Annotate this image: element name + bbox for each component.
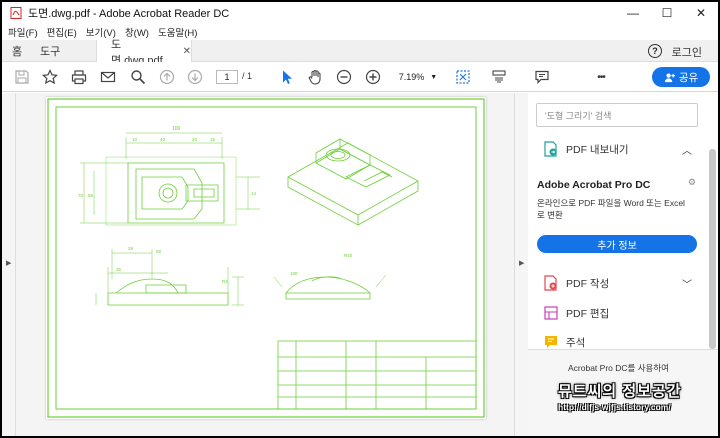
- iso-side-view: [273, 274, 387, 300]
- pdf-page: 100 10 40 20 15 70 56 14 28 58 25 R4 100…: [46, 97, 486, 419]
- expand-left-icon: ▶: [6, 260, 12, 267]
- dim-left: 70: [78, 193, 84, 198]
- select-cursor-icon[interactable]: [278, 68, 296, 86]
- iso-dim-b: R40: [344, 253, 353, 258]
- watermark-url: http://dlfjs-wjfjs.tistory.com/: [558, 402, 671, 412]
- zoom-in-icon[interactable]: [364, 68, 382, 86]
- acrobat-app-icon: [10, 7, 22, 19]
- outer-border: [47, 98, 485, 418]
- dim-d: 15: [210, 137, 216, 142]
- edit-pdf-item[interactable]: PDF 편집: [544, 305, 609, 321]
- document-view[interactable]: 100 10 40 20 15 70 56 14 28 58 25 R4 100…: [16, 93, 514, 436]
- dim-top: 100: [172, 126, 181, 132]
- fit-page-icon[interactable]: [454, 68, 472, 86]
- share-label: 공유: [678, 71, 699, 84]
- window-controls: — ☐ ✕: [616, 2, 718, 24]
- previous-page-icon[interactable]: [158, 68, 176, 86]
- cad-drawing: 100 10 40 20 15 70 56 14 28 58 25 R4 100…: [47, 98, 485, 418]
- title-block: [277, 340, 477, 410]
- next-page-icon[interactable]: [186, 68, 204, 86]
- window-title: 도면.dwg.pdf - Adobe Acrobat Reader DC: [28, 8, 230, 20]
- export-pdf-item[interactable]: PDF 내보내기: [544, 141, 629, 157]
- comment-tool-icon: [545, 336, 557, 348]
- acrobat-window: 도면.dwg.pdf - Adobe Acrobat Reader DC — ☐…: [2, 2, 718, 436]
- more-tools-icon[interactable]: •••: [590, 68, 612, 86]
- maximize-button[interactable]: ☐: [650, 2, 684, 24]
- zoom-level-value: 7.19%: [398, 72, 425, 82]
- print-icon[interactable]: [70, 68, 88, 86]
- chevron-down-icon: ▼: [430, 73, 438, 81]
- promo-text: 온라인으로 PDF 파일을 Word 또는 Excel로 변환: [537, 198, 685, 220]
- bottom-promo-text: Acrobat Pro DC를 사용하여: [568, 363, 669, 373]
- export-pdf-label: PDF 내보내기: [566, 143, 629, 156]
- edit-pdf-label: PDF 편집: [566, 307, 610, 320]
- dim-b: 40: [160, 137, 166, 142]
- login-button[interactable]: 로그인: [672, 44, 702, 60]
- hand-tool-icon[interactable]: [306, 68, 324, 86]
- scroll-mode-icon[interactable]: [490, 68, 508, 86]
- title-bar: 도면.dwg.pdf - Adobe Acrobat Reader DC — ☐…: [2, 2, 718, 24]
- isometric-view: [287, 138, 419, 226]
- dim-left2: 56: [88, 193, 94, 198]
- side-dim-c: 25: [116, 267, 122, 272]
- page-total: / 1: [242, 71, 253, 81]
- right-panel-toggle[interactable]: ▶: [514, 93, 528, 436]
- add-user-icon: [664, 73, 675, 82]
- side-dim-d: R4: [222, 279, 228, 284]
- comment-label: 주석: [566, 336, 586, 349]
- side-dim-a: 28: [128, 246, 134, 251]
- create-pdf-icon: [544, 275, 557, 291]
- menu-file[interactable]: 파일(F): [8, 25, 38, 39]
- dim-a: 10: [132, 137, 138, 142]
- comment-item[interactable]: 주석: [544, 334, 585, 350]
- save-icon[interactable]: [13, 68, 31, 86]
- create-pdf-label: PDF 작성: [566, 277, 610, 290]
- help-icon[interactable]: ?: [648, 44, 662, 58]
- iso-dim-a: 100: [290, 271, 298, 276]
- left-panel-toggle[interactable]: ▶: [2, 93, 16, 436]
- minimize-button[interactable]: —: [616, 2, 650, 24]
- comment-icon[interactable]: [533, 68, 551, 86]
- side-view: [95, 249, 244, 306]
- dim-c: 20: [192, 137, 198, 142]
- inner-border: [55, 106, 477, 410]
- front-view: [80, 132, 260, 226]
- zoom-out-icon[interactable]: [335, 68, 353, 86]
- tab-home[interactable]: 홈: [12, 40, 22, 62]
- promo-settings-icon[interactable]: ⚙: [688, 177, 696, 188]
- pane-scrollbar[interactable]: [709, 149, 716, 349]
- tab-document[interactable]: 도면.dwg.pdf ✕: [96, 39, 192, 67]
- search-icon[interactable]: [129, 68, 147, 86]
- menu-bar: 파일(F) 편집(E) 보기(V) 창(W) 도움말(H): [2, 24, 718, 40]
- create-pdf-item[interactable]: PDF 작성: [544, 275, 609, 291]
- zoom-level-select[interactable]: 7.19% ▼: [393, 69, 443, 85]
- toolbar: 1 / 1 7.19% ▼ ••• 공유: [2, 62, 718, 92]
- page-number-input[interactable]: 1: [216, 70, 238, 84]
- tab-tools[interactable]: 도구: [40, 40, 60, 62]
- tools-pane: '도형 그리기' 검색 PDF 내보내기 ︿ Adobe Acrobat Pro…: [528, 93, 718, 436]
- share-button[interactable]: 공유: [652, 67, 710, 87]
- promo-title: Adobe Acrobat Pro DC: [537, 179, 651, 191]
- dim-right: 14: [251, 191, 257, 196]
- email-icon[interactable]: [99, 68, 117, 86]
- watermark-text: 뮤트씨의 정보공간: [558, 383, 682, 400]
- tab-bar: 홈 도구 도면.dwg.pdf ✕ ? 로그인: [2, 39, 718, 67]
- chevron-down-icon[interactable]: ﹀: [682, 276, 692, 291]
- side-dim-b: 58: [156, 249, 162, 254]
- chevron-up-icon[interactable]: ︿: [682, 142, 692, 157]
- export-pdf-icon: [544, 141, 557, 157]
- edit-pdf-icon: [544, 306, 558, 320]
- tools-search-input[interactable]: '도형 그리기' 검색: [536, 103, 698, 127]
- pane-bottom-promo: Acrobat Pro DC를 사용하여 뮤트씨의 정보공간 http://dl…: [528, 349, 718, 436]
- menu-edit[interactable]: 편집(E): [47, 25, 77, 39]
- collapse-right-icon: ▶: [519, 260, 525, 267]
- more-info-button[interactable]: 추가 정보: [537, 235, 697, 253]
- close-button[interactable]: ✕: [684, 2, 718, 24]
- bookmark-star-icon[interactable]: [41, 68, 59, 86]
- tab-close-icon[interactable]: ✕: [183, 46, 191, 57]
